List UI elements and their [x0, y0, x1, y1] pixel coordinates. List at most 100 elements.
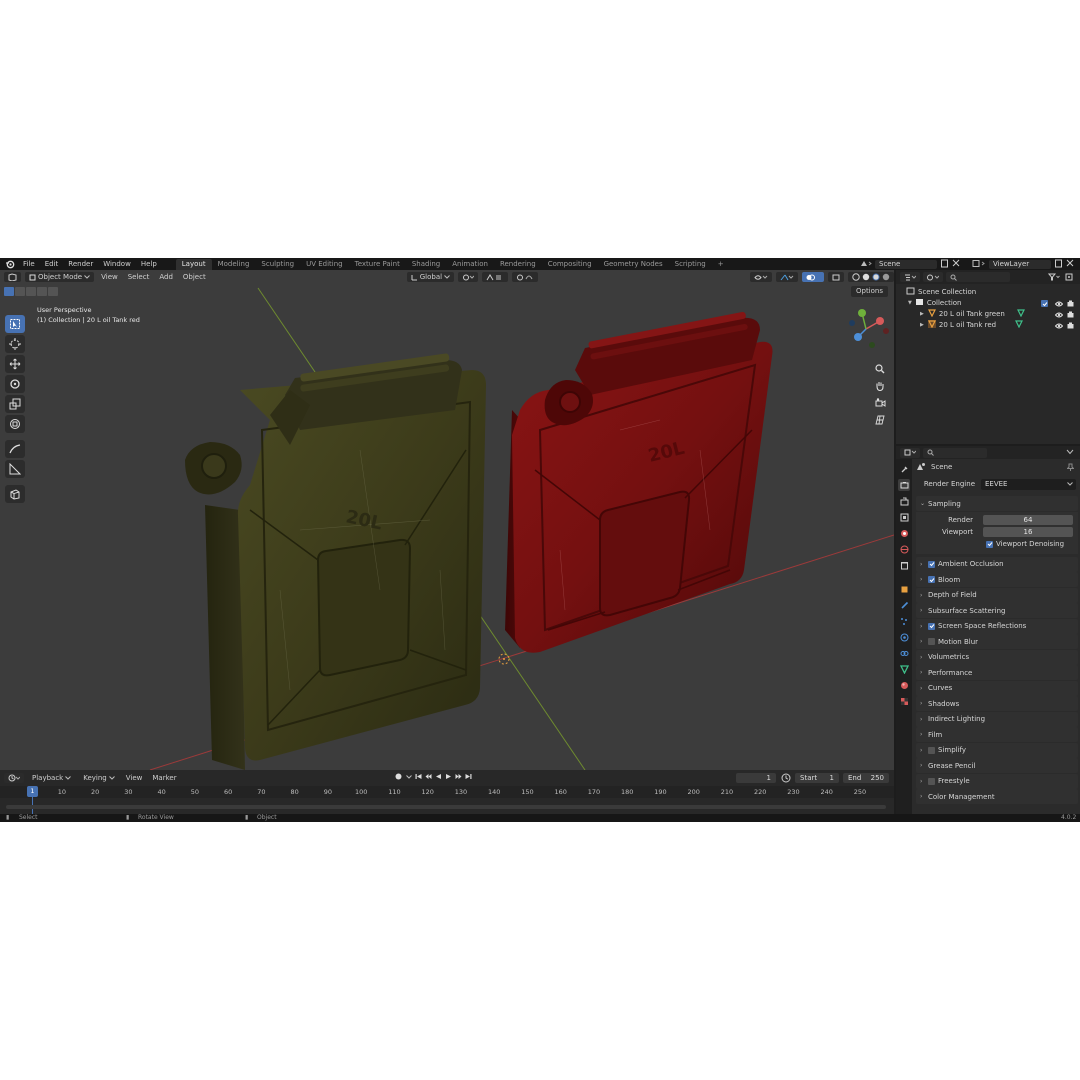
wireframe-shading-icon[interactable]: [852, 273, 860, 281]
transform-tool[interactable]: [5, 415, 25, 433]
pan-hand-icon[interactable]: [873, 379, 887, 392]
particles-tab-icon[interactable]: [898, 615, 910, 627]
properties-search-input[interactable]: [923, 447, 987, 458]
view-layer-icon[interactable]: [972, 259, 986, 270]
tab-compositing[interactable]: Compositing: [542, 259, 598, 270]
menu-timeline-view[interactable]: View: [123, 774, 146, 782]
panel-row[interactable]: › Depth of Field: [916, 587, 1078, 603]
new-view-layer-icon[interactable]: [1054, 259, 1063, 270]
object-tab-icon[interactable]: [898, 583, 910, 595]
panel-row[interactable]: › Motion Blur: [916, 634, 1078, 649]
viewport-denoising-row[interactable]: Viewport Denoising: [916, 538, 1078, 551]
panel-row[interactable]: › Volumetrics: [916, 649, 1078, 665]
panel-row[interactable]: › Color Management: [916, 789, 1078, 804]
eye-icon[interactable]: [1054, 322, 1064, 333]
collection-exclude-checkbox[interactable]: [1041, 300, 1048, 307]
solid-shading-icon[interactable]: [862, 273, 870, 281]
panel-row[interactable]: › Film: [916, 727, 1078, 742]
menu-marker[interactable]: Marker: [149, 774, 179, 782]
gizmo-toggle-button[interactable]: [776, 272, 798, 282]
constraints-tab-icon[interactable]: [898, 647, 910, 659]
object-types-visibility-button[interactable]: [750, 272, 772, 282]
snap-button[interactable]: [482, 272, 509, 282]
select-subtract-icon[interactable]: [26, 287, 36, 296]
camera-view-icon[interactable]: [873, 396, 887, 409]
viewport-samples-field[interactable]: 16: [983, 526, 1073, 537]
outliner-search-input[interactable]: [946, 272, 1010, 282]
view-layer-tab-icon[interactable]: [898, 511, 910, 523]
menu-edit[interactable]: Edit: [40, 258, 64, 270]
panel-enable-checkbox[interactable]: [928, 560, 935, 568]
outliner-object-row[interactable]: ▶ 20 L oil Tank green: [896, 308, 1080, 320]
playhead[interactable]: 1: [27, 786, 38, 797]
menu-playback[interactable]: Playback: [28, 773, 75, 783]
render-engine-dropdown[interactable]: EEVEE: [981, 478, 1076, 490]
record-options-icon[interactable]: [404, 772, 413, 781]
blender-logo-icon[interactable]: [4, 258, 16, 270]
panel-row[interactable]: › Freestyle: [916, 773, 1078, 789]
scale-tool[interactable]: [5, 395, 25, 413]
rotate-tool[interactable]: [5, 375, 25, 393]
play-icon[interactable]: [444, 772, 453, 781]
add-workspace-button[interactable]: +: [712, 259, 730, 270]
jump-to-end-icon[interactable]: [464, 772, 473, 781]
panel-enable-checkbox[interactable]: [928, 777, 935, 785]
menu-window[interactable]: Window: [98, 258, 136, 270]
panel-row[interactable]: › Performance: [916, 665, 1078, 680]
physics-tab-icon[interactable]: [898, 631, 910, 643]
rendered-shading-icon[interactable]: [882, 273, 890, 281]
view-layer-selector[interactable]: ViewLayer: [989, 259, 1051, 269]
select-box-tool[interactable]: [5, 315, 25, 333]
pivot-point-button[interactable]: [458, 272, 479, 282]
tab-modeling[interactable]: Modeling: [212, 259, 256, 270]
render-camera-icon[interactable]: [1067, 322, 1074, 333]
collection-row[interactable]: ▼ Collection: [896, 298, 1080, 309]
panel-row[interactable]: › Screen Space Reflections: [916, 618, 1078, 634]
move-tool[interactable]: [5, 355, 25, 373]
expand-arrow-icon[interactable]: ▶: [920, 309, 924, 320]
properties-editor-type-button[interactable]: [900, 447, 920, 458]
outliner[interactable]: Scene Collection ▼ Collection ▶ 20 L oil…: [896, 270, 1080, 444]
timeline-ruler[interactable]: 10 20 30 40 50 60 70 80 90 100 110 120 130 140 150 160 1…: [0, 786, 894, 814]
red-jerry-can[interactable]: 20L: [505, 311, 773, 653]
jump-to-start-icon[interactable]: [414, 772, 423, 781]
green-jerry-can[interactable]: 20L: [185, 353, 486, 770]
material-preview-shading-icon[interactable]: [872, 273, 880, 281]
panel-row[interactable]: › Ambient Occlusion: [916, 556, 1078, 572]
scene-selector[interactable]: Scene: [875, 259, 937, 269]
tab-scripting[interactable]: Scripting: [669, 259, 712, 270]
panel-row[interactable]: › Curves: [916, 680, 1078, 696]
panel-row[interactable]: › Indirect Lighting: [916, 711, 1078, 727]
tab-texture-paint[interactable]: Texture Paint: [349, 259, 406, 270]
cursor-tool[interactable]: [5, 335, 25, 353]
panel-row[interactable]: › Grease Pencil: [916, 758, 1078, 773]
navigation-gizmo[interactable]: [840, 303, 892, 355]
end-frame-field[interactable]: End 250: [843, 772, 889, 783]
tab-rendering[interactable]: Rendering: [494, 259, 542, 270]
data-tab-icon[interactable]: [898, 663, 910, 675]
jump-to-keyframe-back-icon[interactable]: [424, 772, 433, 781]
menu-file[interactable]: File: [18, 258, 40, 270]
new-scene-icon[interactable]: [940, 259, 949, 270]
select-new-icon[interactable]: [4, 287, 14, 296]
menu-view[interactable]: View: [98, 273, 121, 281]
panel-row[interactable]: › Bloom: [916, 572, 1078, 587]
scene-tab-icon[interactable]: [898, 527, 910, 539]
menu-help[interactable]: Help: [136, 258, 162, 270]
transform-orientation-selector[interactable]: Global: [406, 272, 455, 282]
select-intersect-icon[interactable]: [37, 287, 47, 296]
select-invert-icon[interactable]: [48, 287, 58, 296]
start-frame-field[interactable]: Start 1: [795, 772, 839, 783]
new-collection-icon[interactable]: [1065, 273, 1074, 283]
scene-collection-row[interactable]: Scene Collection: [896, 287, 1080, 298]
overlays-toggle-button[interactable]: [802, 272, 824, 282]
panel-enable-checkbox[interactable]: [928, 622, 935, 630]
play-reverse-icon[interactable]: [434, 772, 443, 781]
panel-row[interactable]: › Subsurface Scattering: [916, 603, 1078, 618]
panel-row[interactable]: › Shadows: [916, 696, 1078, 711]
material-tab-icon[interactable]: [898, 679, 910, 691]
annotate-tool[interactable]: [5, 440, 25, 458]
display-mode-button[interactable]: [923, 272, 943, 282]
timeline-scrollbar[interactable]: [6, 805, 886, 809]
panel-sampling[interactable]: ⌄ Sampling: [916, 496, 1078, 511]
